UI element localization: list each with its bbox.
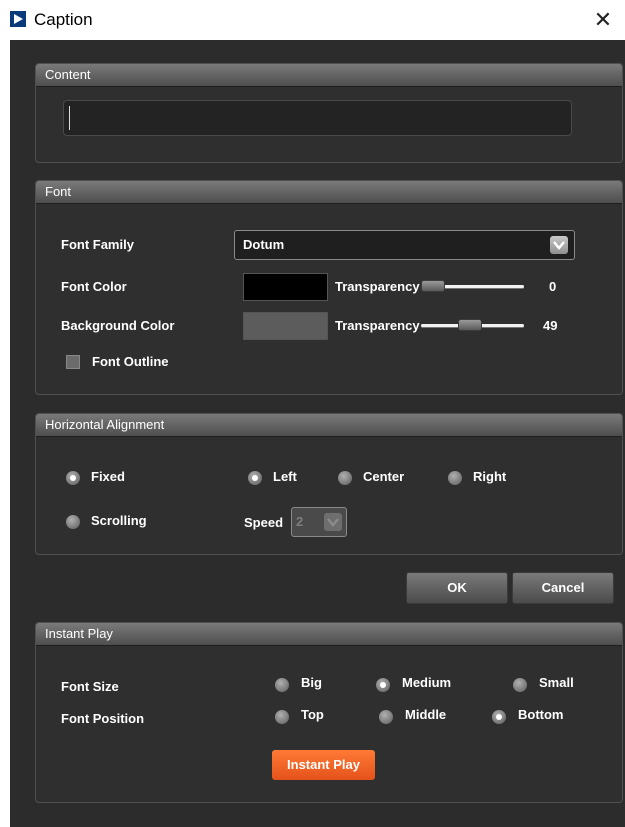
content-panel: Content: [35, 63, 623, 163]
align-right-radio[interactable]: [448, 471, 462, 485]
position-bottom-label: Bottom: [518, 707, 564, 722]
ok-button[interactable]: OK: [406, 572, 508, 604]
font-panel: Font Font Family Dotum Font Color Transp…: [35, 180, 623, 395]
instant-play-button[interactable]: Instant Play: [272, 750, 375, 780]
horizontal-alignment-panel: Horizontal Alignment Fixed Left Center R…: [35, 413, 623, 555]
font-color-transparency-value: 0: [549, 279, 557, 294]
position-middle-radio[interactable]: [379, 710, 393, 724]
font-family-value: Dotum: [243, 237, 285, 252]
title-bar: Caption ✕: [0, 0, 625, 40]
font-color-transparency-thumb[interactable]: [421, 280, 445, 292]
text-caret: [69, 106, 70, 130]
position-bottom-radio[interactable]: [492, 710, 506, 724]
align-right-label: Right: [473, 469, 507, 484]
scrolling-label: Scrolling: [91, 513, 147, 528]
content-text-input[interactable]: [63, 100, 572, 136]
font-outline-label: Font Outline: [92, 354, 169, 369]
size-small-radio[interactable]: [513, 678, 527, 692]
speed-label: Speed: [244, 515, 284, 530]
chevron-down-icon: [324, 513, 342, 531]
instant-play-header: Instant Play: [36, 623, 622, 645]
align-left-radio[interactable]: [248, 471, 262, 485]
caption-dialog: Caption ✕ Content Font Font Family Dotum: [0, 0, 625, 827]
close-icon: ✕: [593, 7, 613, 32]
background-color-swatch[interactable]: [243, 312, 328, 340]
font-size-label: Font Size: [61, 679, 119, 694]
font-color-swatch[interactable]: [243, 273, 328, 301]
cancel-button[interactable]: Cancel: [512, 572, 614, 604]
play-triangle-icon: [10, 11, 26, 27]
window-title: Caption: [34, 10, 93, 29]
close-button[interactable]: ✕: [581, 0, 625, 40]
speed-value: 2: [296, 514, 304, 529]
size-big-radio[interactable]: [275, 678, 289, 692]
font-color-transparency-label: Transparency: [335, 279, 420, 294]
position-top-radio[interactable]: [275, 710, 289, 724]
font-panel-header: Font: [36, 181, 622, 203]
background-color-transparency-label: Transparency: [335, 318, 420, 333]
instant-play-panel: Instant Play Font Size Big Medium Small …: [35, 622, 623, 803]
align-center-radio[interactable]: [338, 471, 352, 485]
content-panel-header: Content: [36, 64, 622, 86]
fixed-radio[interactable]: [66, 471, 80, 485]
background-color-transparency-thumb[interactable]: [458, 319, 482, 331]
speed-select[interactable]: 2: [291, 507, 347, 537]
fixed-label: Fixed: [91, 469, 125, 484]
font-outline-checkbox[interactable]: [66, 355, 80, 369]
background-color-label: Background Color: [61, 318, 175, 333]
size-medium-label: Medium: [402, 675, 452, 690]
scrolling-radio[interactable]: [66, 515, 80, 529]
size-small-label: Small: [539, 675, 574, 690]
position-top-label: Top: [301, 707, 324, 722]
chevron-down-icon: [550, 236, 568, 254]
dialog-body: Content Font Font Family Dotum Font Colo…: [10, 40, 625, 827]
align-left-label: Left: [273, 469, 297, 484]
font-position-label: Font Position: [61, 711, 145, 726]
position-middle-label: Middle: [405, 707, 447, 722]
align-center-label: Center: [363, 469, 405, 484]
horizontal-alignment-header: Horizontal Alignment: [36, 414, 622, 436]
size-medium-radio[interactable]: [376, 678, 390, 692]
font-family-select[interactable]: Dotum: [234, 230, 575, 260]
font-color-label: Font Color: [61, 279, 127, 294]
size-big-label: Big: [301, 675, 322, 690]
background-color-transparency-value: 49: [543, 318, 558, 333]
font-family-label: Font Family: [61, 237, 134, 252]
